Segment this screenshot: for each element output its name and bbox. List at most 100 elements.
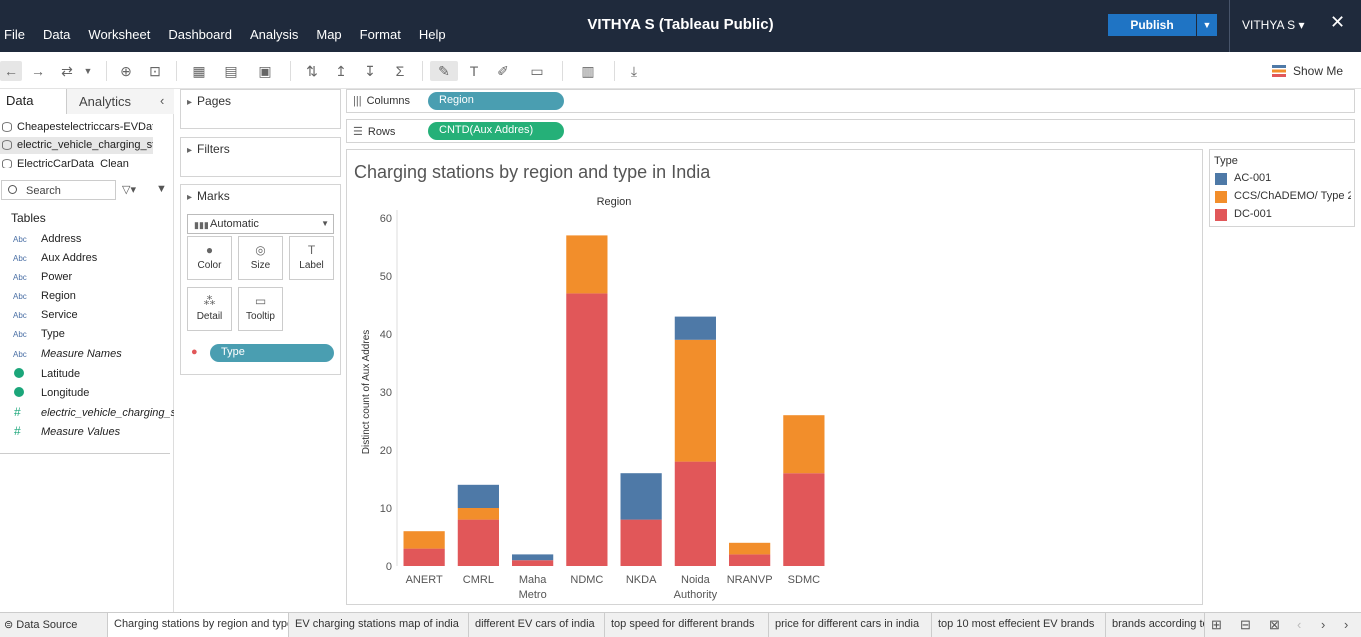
- scroll-right-icon[interactable]: ›: [1321, 617, 1325, 632]
- totals-icon[interactable]: Σ: [388, 61, 412, 81]
- color-button[interactable]: ● Color: [187, 236, 232, 280]
- bar-segment[interactable]: [620, 519, 662, 566]
- field-latitude[interactable]: Latitude: [0, 365, 174, 384]
- bar-segment[interactable]: [566, 235, 608, 294]
- new-dashboard-icon[interactable]: ⊟: [1240, 617, 1251, 633]
- publish-dropdown-button[interactable]: ▼: [1197, 14, 1217, 36]
- field-service[interactable]: Abc Service: [0, 306, 174, 325]
- bar-segment[interactable]: [620, 473, 662, 520]
- filter-fields-icon[interactable]: ▽▾: [122, 183, 136, 196]
- sheet-tab[interactable]: EV charging stations map of india: [289, 613, 469, 637]
- field-type[interactable]: Abc Type: [0, 325, 174, 344]
- scroll-left-icon[interactable]: ‹: [1297, 617, 1301, 632]
- fit-icon[interactable]: ▭: [522, 61, 552, 81]
- collapse-pane-icon[interactable]: ‹: [160, 93, 164, 108]
- field-longitude[interactable]: Longitude: [0, 384, 174, 403]
- sheet-tab[interactable]: top speed for different brands: [605, 613, 769, 637]
- sheet-tab[interactable]: price for different cars in india: [769, 613, 932, 637]
- pause-updates-icon[interactable]: ⊡: [145, 61, 165, 81]
- detail-button[interactable]: ⁂ Detail: [187, 287, 232, 331]
- new-worksheet-icon[interactable]: ⊞: [1211, 617, 1222, 633]
- annotate-icon[interactable]: ✐: [494, 61, 512, 81]
- replay-icon[interactable]: ⇄: [56, 61, 78, 81]
- sheet-tab[interactable]: brands according to rapid charge: [1106, 613, 1205, 637]
- legend-item-ccs-chademo[interactable]: CCS/ChADEMO/ Type 2: [1215, 190, 1351, 204]
- menu-file[interactable]: File: [4, 27, 25, 42]
- bar-segment[interactable]: [783, 415, 825, 474]
- bar-segment[interactable]: [512, 560, 554, 566]
- pages-card[interactable]: Pages: [180, 89, 341, 129]
- menu-data[interactable]: Data: [43, 27, 70, 42]
- tooltip-button[interactable]: ▭ Tooltip: [238, 287, 283, 331]
- user-menu[interactable]: VITHYA S ▾: [1242, 18, 1304, 32]
- new-worksheet-icon[interactable]: ▦: [187, 61, 211, 81]
- search-input[interactable]: Search: [1, 180, 116, 200]
- sheet-tab-active[interactable]: Charging stations by region and type in …: [108, 613, 289, 637]
- sort-descending-icon[interactable]: ↧: [360, 61, 380, 81]
- bar-segment[interactable]: [729, 542, 771, 555]
- bar-segment[interactable]: [674, 461, 716, 566]
- presentation-icon[interactable]: ▥: [572, 61, 604, 81]
- clear-sheet-icon[interactable]: ▣: [252, 61, 278, 81]
- replay-dropdown-icon[interactable]: ▼: [82, 61, 94, 81]
- cntd-aux-addres-pill[interactable]: CNTD(Aux Addres): [428, 122, 564, 140]
- region-pill[interactable]: Region: [428, 92, 564, 110]
- field-address[interactable]: Abc Address: [0, 230, 174, 249]
- filters-card[interactable]: Filters: [180, 137, 341, 177]
- bar-segment[interactable]: [674, 339, 716, 462]
- field-aux-addres[interactable]: Abc Aux Addres: [0, 249, 174, 268]
- sheet-tab[interactable]: top 10 most effecient EV brands: [932, 613, 1106, 637]
- legend-item-ac-001[interactable]: AC-001: [1215, 172, 1351, 186]
- bar-chart[interactable]: Region 0 10 20 30 40 50 60 Distinct count of Aux…: [347, 150, 1202, 604]
- bar-segment[interactable]: [512, 554, 554, 561]
- bar-segment[interactable]: [457, 508, 499, 520]
- tab-analytics[interactable]: Analytics: [67, 89, 174, 114]
- download-icon[interactable]: ⤓: [624, 61, 644, 81]
- bar-segment[interactable]: [729, 554, 771, 566]
- data-source-tab[interactable]: ⊜ Data Source: [0, 613, 108, 637]
- legend-item-dc-001[interactable]: DC-001: [1215, 208, 1351, 222]
- new-story-icon[interactable]: ⊠: [1269, 617, 1280, 633]
- undo-icon[interactable]: ←: [0, 61, 22, 81]
- field-region[interactable]: Abc Region: [0, 287, 174, 306]
- bar-segment[interactable]: [403, 531, 445, 549]
- bar-segment[interactable]: [403, 548, 445, 566]
- field-measure-values[interactable]: # Measure Values: [0, 423, 174, 442]
- size-button[interactable]: ◎ Size: [238, 236, 283, 280]
- duplicate-sheet-icon[interactable]: ▤: [221, 61, 241, 81]
- field-count[interactable]: # electric_vehicle_charging_station_list …: [0, 404, 174, 423]
- datasource-item-selected[interactable]: electric_vehicle_charging_station_list: [0, 137, 153, 154]
- field-power[interactable]: Abc Power: [0, 268, 174, 287]
- scroll-end-icon[interactable]: ›: [1344, 617, 1348, 632]
- datasource-item[interactable]: ElectricCarData_Clean: [0, 156, 153, 168]
- type-color-pill[interactable]: Type: [210, 344, 334, 362]
- columns-shelf[interactable]: ||| Columns Region: [346, 89, 1355, 113]
- menu-dashboard[interactable]: Dashboard: [168, 27, 232, 42]
- show-me-button[interactable]: Show Me: [1272, 64, 1343, 78]
- rows-shelf[interactable]: ☰ Rows CNTD(Aux Addres): [346, 119, 1355, 143]
- tab-data[interactable]: Data: [0, 89, 67, 114]
- menu-format[interactable]: Format: [360, 27, 401, 42]
- bar-segment[interactable]: [783, 473, 825, 566]
- close-icon[interactable]: ✕: [1330, 12, 1345, 33]
- publish-button[interactable]: Publish: [1108, 14, 1196, 36]
- sheet-tab[interactable]: different EV cars of india: [469, 613, 605, 637]
- menu-help[interactable]: Help: [419, 27, 446, 42]
- menu-analysis[interactable]: Analysis: [250, 27, 298, 42]
- field-measure-names[interactable]: Abc Measure Names: [0, 345, 174, 364]
- swap-axes-icon[interactable]: ⇅: [302, 61, 322, 81]
- highlight-icon[interactable]: ✎: [430, 61, 458, 81]
- bar-segment[interactable]: [457, 484, 499, 508]
- bar-segment[interactable]: [674, 316, 716, 340]
- new-datasource-icon[interactable]: ⊕: [116, 61, 136, 81]
- bar-segment[interactable]: [566, 293, 608, 566]
- menu-map[interactable]: Map: [316, 27, 341, 42]
- bar-segment[interactable]: [457, 519, 499, 566]
- mark-type-select[interactable]: ▮▮▮ Automatic ▼: [187, 214, 334, 234]
- label-button[interactable]: T Label: [289, 236, 334, 280]
- text-label-icon[interactable]: T: [465, 61, 483, 81]
- menu-worksheet[interactable]: Worksheet: [88, 27, 150, 42]
- sort-ascending-icon[interactable]: ↥: [331, 61, 351, 81]
- redo-icon[interactable]: →: [28, 61, 48, 81]
- datasource-item[interactable]: Cheapestelectriccars-EVDatabase: [0, 119, 153, 136]
